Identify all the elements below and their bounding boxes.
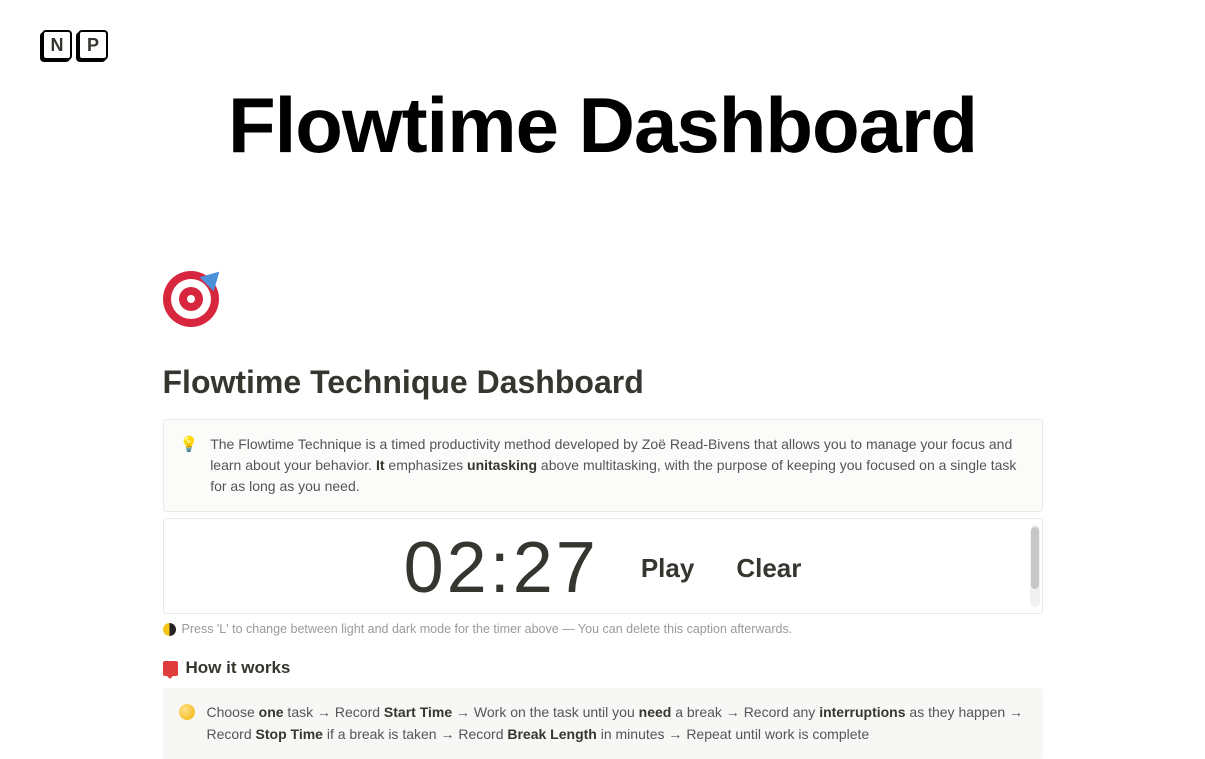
pointing-icon bbox=[179, 704, 195, 720]
scrollbar-thumb[interactable] bbox=[1031, 527, 1039, 589]
half-moon-icon bbox=[163, 623, 176, 636]
intro-bold-1: It bbox=[376, 457, 385, 473]
intro-callout-text: The Flowtime Technique is a timed produc… bbox=[210, 434, 1025, 497]
step-b4: interruptions bbox=[819, 704, 905, 720]
banner-title: Flowtime Dashboard bbox=[0, 80, 1205, 171]
timer-embed: 02:27 Play Clear bbox=[163, 518, 1043, 614]
step-t4: a break → Record any bbox=[671, 704, 819, 720]
lightbulb-icon: 💡 bbox=[180, 434, 199, 497]
bookmark-icon bbox=[163, 661, 178, 676]
how-it-works-label: How it works bbox=[186, 658, 291, 678]
intro-text-2: emphasizes bbox=[385, 457, 467, 473]
page-emoji bbox=[163, 271, 1043, 336]
step-b6: Break Length bbox=[507, 726, 596, 742]
how-it-works-heading: How it works bbox=[163, 658, 1043, 678]
play-button[interactable]: Play bbox=[641, 553, 695, 584]
logo-letter-n: N bbox=[42, 30, 72, 60]
timer-display: 02:27 bbox=[404, 527, 599, 609]
step-t6: if a break is taken → Record bbox=[323, 726, 507, 742]
page-title: Flowtime Technique Dashboard bbox=[163, 364, 1043, 401]
step-t7: in minutes → Repeat until work is comple… bbox=[597, 726, 869, 742]
step-b5: Stop Time bbox=[256, 726, 323, 742]
step-b3: need bbox=[639, 704, 672, 720]
intro-bold-2: unitasking bbox=[467, 457, 537, 473]
step-t3: → Work on the task until you bbox=[452, 704, 639, 720]
logo: N P bbox=[42, 30, 108, 60]
timer-caption: Press 'L' to change between light and da… bbox=[163, 622, 1043, 636]
clear-button[interactable]: Clear bbox=[736, 553, 801, 584]
target-icon bbox=[163, 271, 219, 327]
logo-letter-p: P bbox=[78, 30, 108, 60]
steps-text: Choose one task → Record Start Time → Wo… bbox=[207, 702, 1027, 745]
step-t1: Choose bbox=[207, 704, 259, 720]
caption-text: Press 'L' to change between light and da… bbox=[182, 622, 793, 636]
steps-callout: Choose one task → Record Start Time → Wo… bbox=[163, 688, 1043, 759]
step-t2: task → Record bbox=[284, 704, 384, 720]
step-b2: Start Time bbox=[384, 704, 452, 720]
page-content: Flowtime Technique Dashboard 💡 The Flowt… bbox=[163, 271, 1043, 759]
intro-callout: 💡 The Flowtime Technique is a timed prod… bbox=[163, 419, 1043, 512]
embed-scrollbar[interactable] bbox=[1030, 525, 1040, 607]
step-b1: one bbox=[259, 704, 284, 720]
